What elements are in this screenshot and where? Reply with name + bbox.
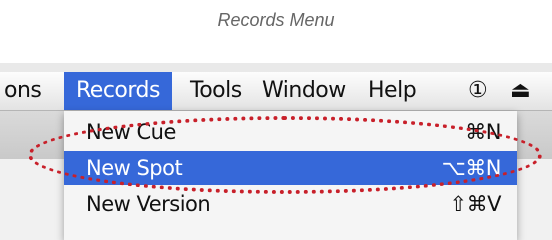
menu-window[interactable]: Window: [254, 72, 354, 110]
menu-records[interactable]: Records: [64, 72, 172, 110]
records-dropdown-menu: New Cue ⌘N New Spot ⌥⌘N New Version ⇧⌘V: [64, 111, 517, 240]
menu-help[interactable]: Help: [360, 72, 424, 110]
menu-item-new-version[interactable]: New Version ⇧⌘V: [64, 187, 517, 221]
eject-icon[interactable]: ⏏: [510, 72, 531, 110]
menu-item-shortcut: ⌘N: [465, 120, 501, 144]
menu-item-shortcut: ⌥⌘N: [441, 156, 502, 180]
menu-bar: ons Records Tools Window Help ① ⏏: [0, 72, 552, 111]
time-machine-icon[interactable]: ①: [468, 72, 488, 110]
figure-caption: Records Menu: [217, 10, 335, 30]
menu-item-new-spot[interactable]: New Spot ⌥⌘N: [64, 151, 517, 185]
menu-item-shortcut: ⇧⌘V: [449, 192, 502, 216]
menu-item-label: New Cue: [86, 120, 176, 144]
menu-item-label: New Spot: [86, 156, 183, 180]
menu-item-label: New Version: [86, 192, 211, 216]
menu-item-new-cue[interactable]: New Cue ⌘N: [64, 115, 517, 149]
menu-tools[interactable]: Tools: [182, 72, 250, 110]
app-screenshot: ons Records Tools Window Help ① ⏏ New Cu…: [0, 63, 552, 240]
menu-options[interactable]: ons: [0, 72, 45, 110]
